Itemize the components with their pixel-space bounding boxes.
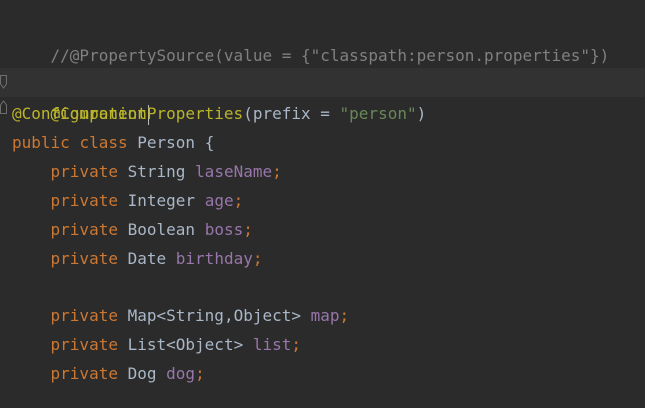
semicolon: ; (195, 364, 205, 383)
fold-marker-icon[interactable] (0, 75, 7, 89)
code-line-9[interactable]: private Date birthday; (12, 244, 263, 273)
field-name: list (252, 335, 292, 354)
field-name: birthday (175, 249, 253, 268)
code-line-13[interactable]: private Dog dog; (12, 359, 205, 388)
open-brace: { (204, 133, 215, 152)
keyword-public: public (12, 133, 70, 152)
field-name: laseName (195, 162, 273, 181)
field-name: dog (166, 364, 196, 383)
field-type: Map<String,Object> (127, 306, 301, 325)
keyword-private: private (50, 191, 118, 210)
code-line-12[interactable]: private List<Object> list; (12, 330, 301, 359)
code-line-8[interactable]: private Boolean boss; (12, 215, 253, 244)
semicolon: ; (233, 191, 244, 210)
keyword-private: private (50, 364, 118, 383)
code-editor[interactable]: //@PropertySource(value = {"classpath:pe… (0, 0, 645, 408)
field-name: age (204, 191, 234, 210)
field-type: List<Object> (127, 335, 244, 354)
keyword-private: private (50, 220, 118, 239)
field-name: boss (204, 220, 244, 239)
semicolon: ; (243, 220, 253, 239)
semicolon: ; (272, 162, 282, 181)
param-name: prefix (252, 104, 311, 123)
code-line-11[interactable]: private Map<String,Object> map; (12, 301, 350, 330)
keyword-private: private (50, 335, 118, 354)
semicolon: ; (339, 306, 350, 325)
field-type: Boolean (127, 220, 196, 239)
keyword-private: private (50, 306, 118, 325)
code-line-7[interactable]: private Integer age; (12, 186, 244, 215)
code-line-5[interactable]: public class Person { (12, 128, 214, 157)
field-name: map (310, 306, 340, 325)
code-line-3[interactable]: @Component (12, 70, 149, 125)
code-line-6[interactable]: private String laseName; (12, 157, 282, 186)
equals-sign: = (310, 104, 340, 123)
field-type: Date (127, 249, 167, 268)
field-type: String (127, 162, 186, 181)
open-paren: ( (243, 104, 253, 123)
class-name: Person (137, 133, 196, 152)
comment-text: //@PropertySource(value = {"classpath:pe… (50, 46, 610, 65)
keyword-private: private (50, 249, 118, 268)
keyword-private: private (50, 162, 118, 181)
close-paren: ) (416, 104, 427, 123)
code-line-1[interactable]: //@PropertySource(value = {"classpath:pe… (12, 12, 610, 65)
string-value: "person" (339, 104, 417, 123)
annotation-configuration-properties: @ConfigurationProperties (12, 104, 244, 123)
keyword-class: class (79, 133, 128, 152)
field-type: Dog (127, 364, 157, 383)
fold-marker-icon[interactable] (0, 100, 7, 114)
semicolon: ; (252, 249, 263, 268)
semicolon: ; (291, 335, 302, 354)
field-type: Integer (127, 191, 196, 210)
code-line-4[interactable]: @ConfigurationProperties(prefix = "perso… (12, 99, 426, 128)
